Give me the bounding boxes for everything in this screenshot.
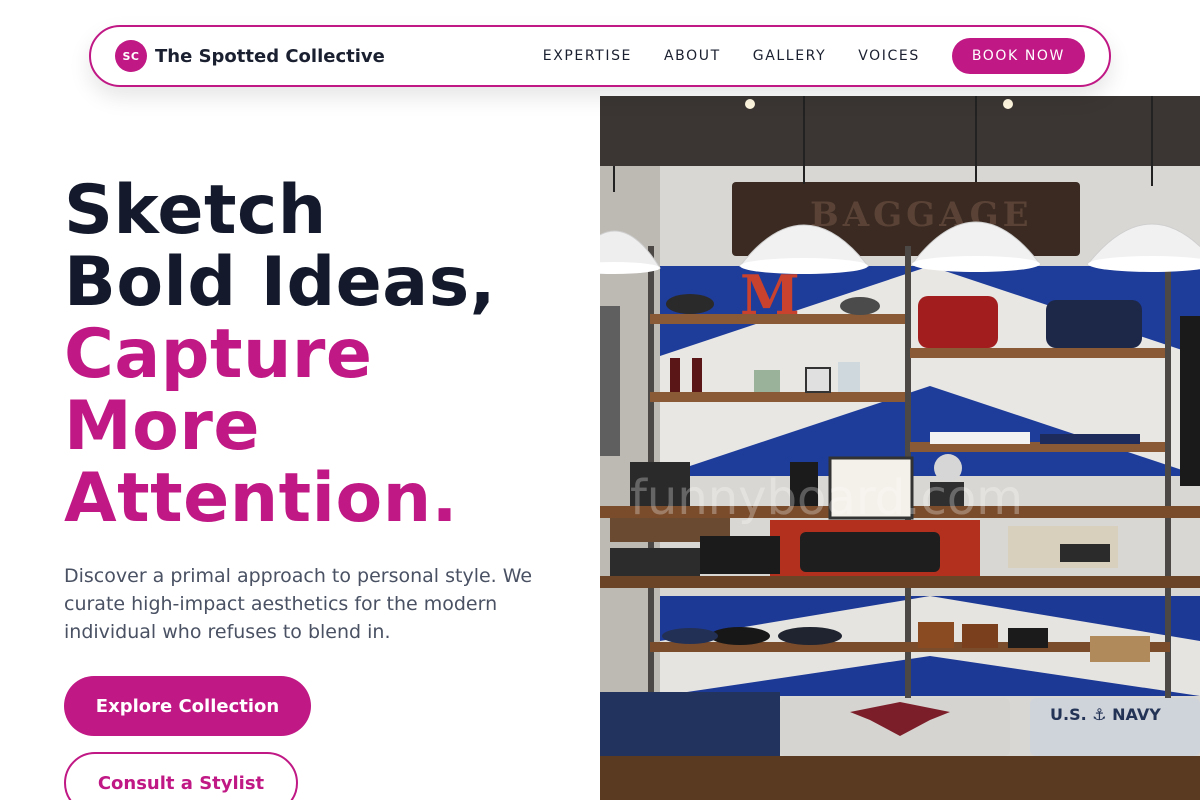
- hero-title-accent-line: Attention.: [64, 459, 458, 538]
- book-now-button[interactable]: BOOK NOW: [951, 38, 1085, 74]
- nav-link-about[interactable]: ABOUT: [664, 48, 721, 64]
- store-interior-illustration: BAGGAGE M U.S. ⚓ NAVY funnyboard.com: [600, 96, 1200, 800]
- top-navbar: SC The Spotted Collective EXPERTISE ABOU…: [89, 25, 1111, 87]
- brand-logo-badge: SC: [115, 40, 147, 72]
- explore-collection-button[interactable]: Explore Collection: [64, 676, 311, 736]
- hero-title-accent-line: More: [64, 387, 261, 466]
- navy-shirt-text: U.S. ⚓ NAVY: [1050, 705, 1161, 724]
- hero-title-line: Sketch: [64, 171, 327, 250]
- hero-title-line: Bold Ideas,: [64, 243, 496, 322]
- nav-links: EXPERTISE ABOUT GALLERY VOICES BOOK NOW: [543, 38, 1085, 74]
- hero-store-photo: BAGGAGE M U.S. ⚓ NAVY funnyboard.com: [600, 96, 1200, 800]
- brand[interactable]: SC The Spotted Collective: [115, 40, 385, 72]
- hero-title-accent-line: Capture: [64, 315, 373, 394]
- nav-link-expertise[interactable]: EXPERTISE: [543, 48, 632, 64]
- nav-link-gallery[interactable]: GALLERY: [753, 48, 826, 64]
- nav-link-voices[interactable]: VOICES: [858, 48, 920, 64]
- consult-stylist-button[interactable]: Consult a Stylist: [64, 752, 298, 800]
- hero-title: Sketch Bold Ideas, Capture More Attentio…: [64, 175, 584, 535]
- hero-description: Discover a primal approach to personal s…: [64, 565, 533, 643]
- image-watermark: funnyboard.com: [630, 470, 1023, 526]
- brand-name: The Spotted Collective: [155, 45, 385, 67]
- landing-page: SC The Spotted Collective EXPERTISE ABOU…: [0, 0, 1200, 800]
